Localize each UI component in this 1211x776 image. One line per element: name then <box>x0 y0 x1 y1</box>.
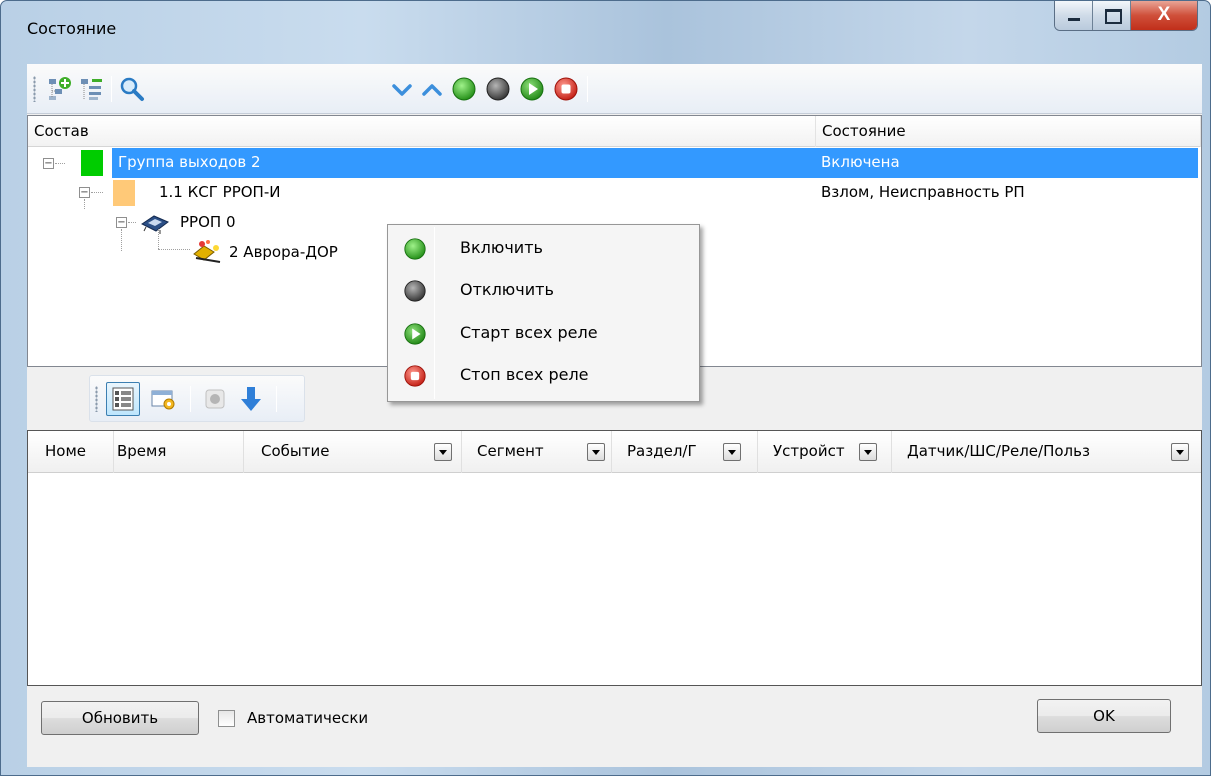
collapse-icon[interactable]: − <box>79 187 90 198</box>
close-button[interactable]: X <box>1131 1 1197 30</box>
toolbar-grip[interactable] <box>33 76 36 102</box>
maximize-button[interactable] <box>1093 1 1131 30</box>
filter-dropdown-icon[interactable] <box>587 443 605 461</box>
green-circle-icon[interactable] <box>451 76 477 102</box>
column-header-state[interactable]: Состояние <box>816 116 1201 147</box>
menu-item-label: Включить <box>460 238 543 257</box>
gray-circle-icon[interactable] <box>485 76 511 102</box>
tree-line <box>91 192 103 193</box>
collapse-icon[interactable]: − <box>43 158 54 169</box>
column-header-time[interactable]: Время <box>114 431 244 473</box>
menu-item-label: Отключить <box>460 280 554 299</box>
menu-item-label: Стоп всех реле <box>460 365 589 384</box>
tree-row-name: 2 Аврора-ДОР <box>229 243 338 261</box>
list-view-icon[interactable] <box>106 382 140 416</box>
tree-line <box>158 229 159 249</box>
column-header-device[interactable]: Устройст <box>758 431 892 473</box>
tree-row-name: 1.1 КСГ РРОП-И <box>159 183 281 201</box>
column-header-segment[interactable]: Сегмент <box>462 431 612 473</box>
menu-item-disable[interactable]: Отключить <box>390 271 697 311</box>
collapse-icon[interactable]: − <box>116 217 127 228</box>
group-status-icon <box>81 150 103 176</box>
column-header-section[interactable]: Раздел/Г <box>612 431 758 473</box>
tree-line <box>55 163 65 164</box>
column-header-composition[interactable]: Состав <box>28 116 816 147</box>
gray-circle-icon <box>404 280 426 302</box>
filter-dropdown-icon[interactable] <box>723 443 741 461</box>
menu-item-start-all-relays[interactable]: Старт всех реле <box>390 314 697 354</box>
window-title: Состояние <box>27 19 117 38</box>
toolbar-separator <box>587 76 588 102</box>
tree-row-selected[interactable] <box>112 148 1198 178</box>
chevron-down-icon[interactable] <box>389 77 415 103</box>
title-bar[interactable]: Состояние X <box>1 1 1210 47</box>
play-circle-icon <box>404 323 426 345</box>
column-header-event[interactable]: Событие <box>244 431 462 473</box>
column-header-number[interactable]: Номе <box>28 431 114 473</box>
tree-line <box>128 222 136 223</box>
toolbar-separator <box>190 386 191 412</box>
chevron-up-icon[interactable] <box>419 77 445 103</box>
filter-dropdown-icon[interactable] <box>859 443 877 461</box>
caption-buttons: X <box>1054 1 1198 31</box>
events-grid[interactable]: Номе Время Событие Сегмент Раздел/Г Устр… <box>27 430 1202 686</box>
toolbar-separator <box>276 386 277 412</box>
tree-collapse-icon[interactable] <box>79 76 105 102</box>
client-area: Состав Состояние − Группа выходов 2 Вклю… <box>27 64 1202 767</box>
menu-item-label: Старт всех реле <box>460 323 598 342</box>
disabled-record-icon[interactable] <box>202 386 228 412</box>
play-circle-icon[interactable] <box>519 76 545 102</box>
tree-row-state: Взлом, Неисправность РП <box>821 183 1025 201</box>
ok-button[interactable]: OK <box>1037 699 1171 733</box>
device-status-icon <box>113 180 135 206</box>
main-toolbar <box>27 64 1202 114</box>
window: Состояние X Состав Состояние − Группа вы… <box>0 0 1211 776</box>
tree-row-name: Группа выходов 2 <box>118 153 261 171</box>
tree-row-state: Включена <box>821 153 900 171</box>
refresh-button[interactable]: Обновить <box>41 701 199 735</box>
grid-header: Номе Время Событие Сегмент Раздел/Г Устр… <box>28 431 1201 473</box>
toolbar-grip[interactable] <box>95 386 98 412</box>
toolbar-separator <box>111 76 112 102</box>
minimize-button[interactable] <box>1055 1 1093 30</box>
filter-dropdown-icon[interactable] <box>434 443 452 461</box>
green-circle-icon <box>404 238 426 260</box>
tree-row-name: РРОП 0 <box>180 213 236 231</box>
menu-item-stop-all-relays[interactable]: Стоп всех реле <box>390 356 697 396</box>
stop-circle-icon[interactable] <box>553 76 579 102</box>
sounder-icon <box>190 236 224 264</box>
column-header-sensor[interactable]: Датчик/ШС/Реле/Польз <box>892 431 1201 473</box>
context-menu: Включить Отключить Старт всех реле Стоп … <box>387 224 700 402</box>
settings-window-icon[interactable] <box>150 386 178 412</box>
filter-dropdown-icon[interactable] <box>1171 443 1189 461</box>
menu-item-enable[interactable]: Включить <box>390 229 697 269</box>
stop-circle-icon <box>404 365 426 387</box>
device-tree[interactable]: Состав Состояние − Группа выходов 2 Вклю… <box>27 115 1202 402</box>
tree-header: Состав Состояние <box>28 116 1201 147</box>
auto-refresh-checkbox[interactable] <box>218 710 235 727</box>
tree-line <box>84 199 85 209</box>
auto-refresh-label: Автоматически <box>247 709 369 727</box>
arrow-down-icon[interactable] <box>238 384 264 414</box>
tree-line <box>158 249 190 250</box>
events-toolbar <box>89 375 305 422</box>
tree-add-icon[interactable] <box>47 76 73 102</box>
tree-line <box>121 229 122 251</box>
search-icon[interactable] <box>119 76 145 102</box>
